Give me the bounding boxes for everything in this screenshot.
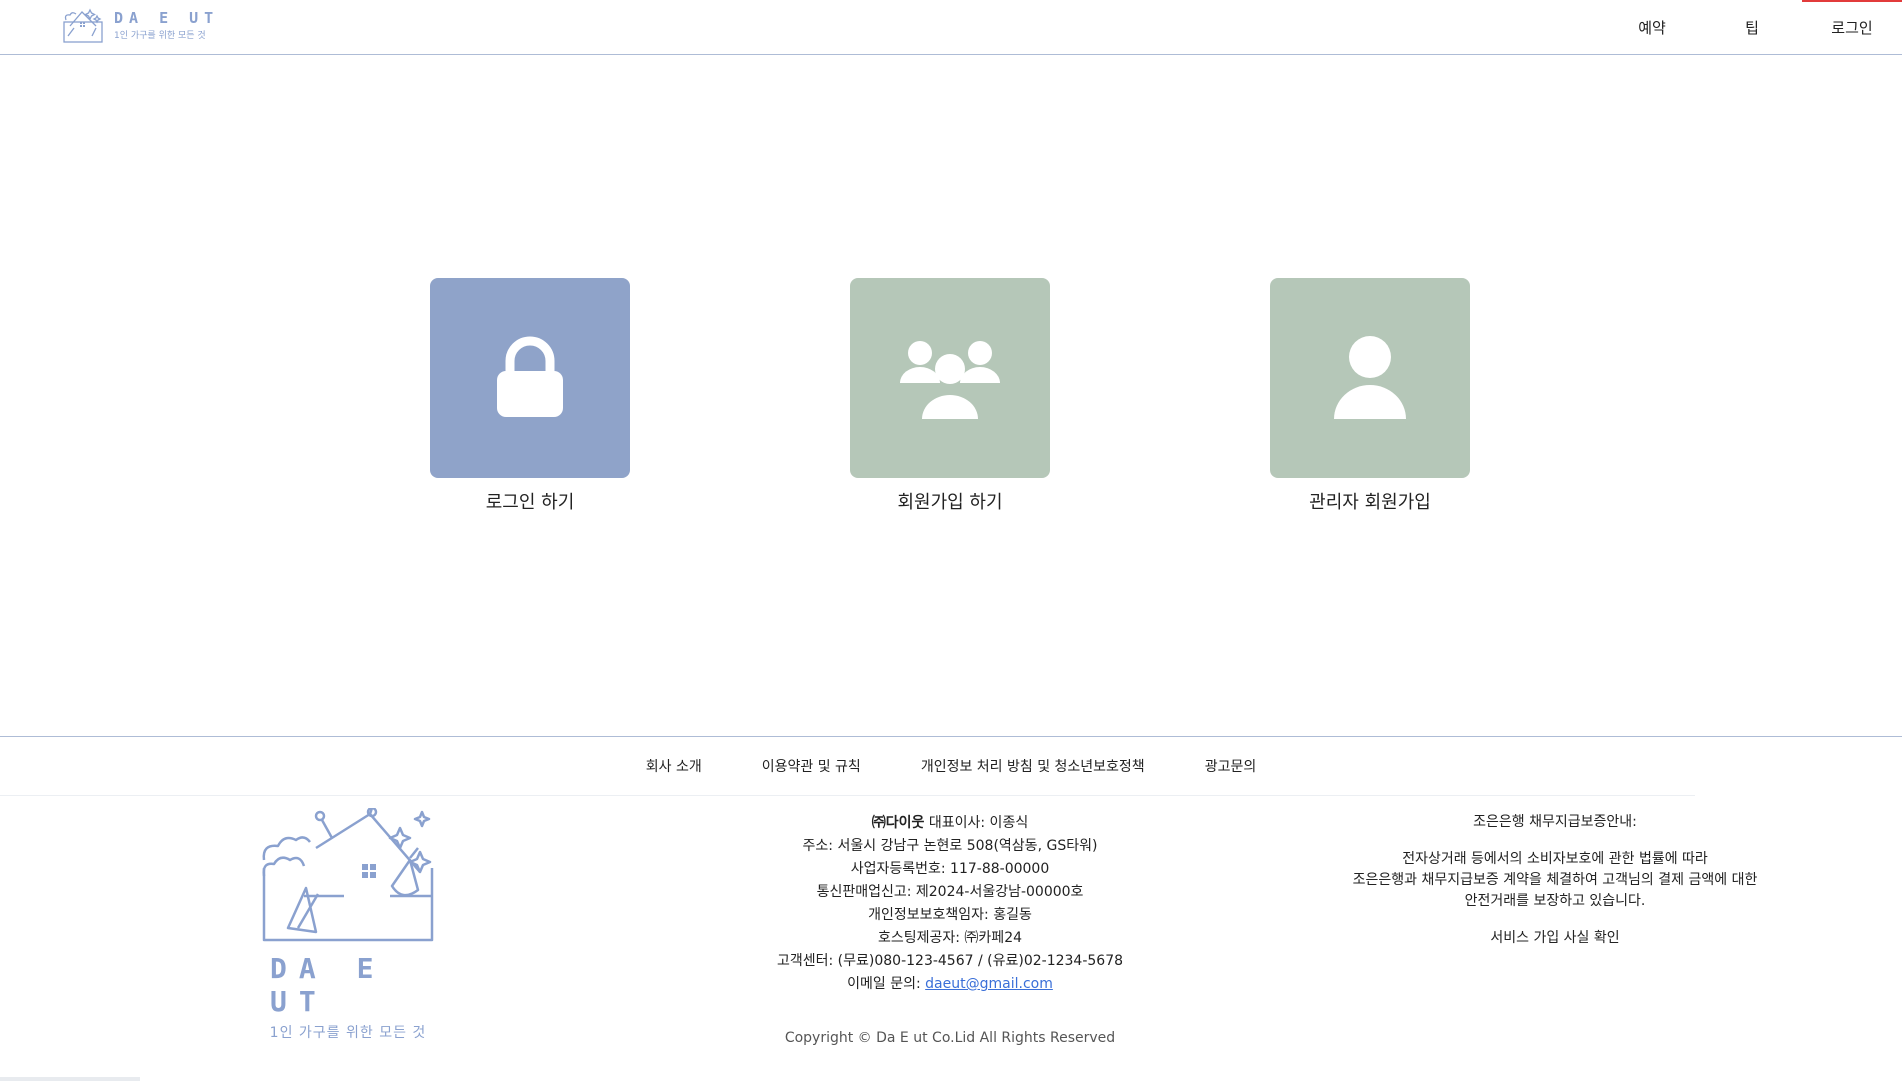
company-biz-no: 사업자등록번호: 117-88-00000 xyxy=(850,861,1050,877)
company-email-link[interactable]: daeut@gmail.com xyxy=(925,976,1053,992)
main-nav: 예약 팁 로그인 xyxy=(1602,0,1902,55)
logo-subtitle: 1인 가구를 위한 모든 것 xyxy=(114,31,206,41)
nav-item-tips[interactable]: 팁 xyxy=(1702,0,1802,55)
escrow-line-2: 조은은행과 채무지급보증 계약을 체결하여 고객님의 결제 금액에 대한 xyxy=(1352,872,1758,888)
site-logo[interactable]: DA E UT 1인 가구를 위한 모든 것 xyxy=(60,6,219,44)
footer-link-about[interactable]: 회사 소개 xyxy=(646,756,702,776)
nav-item-login[interactable]: 로그인 xyxy=(1802,0,1902,55)
user-icon xyxy=(1334,336,1406,419)
company-privacy-officer: 개인정보보호책임자: 홍길동 xyxy=(868,907,1032,923)
company-mail-order: 통신판매업신고: 제2024-서울강남-00000호 xyxy=(816,884,1084,900)
footer-logo-title: DA E UT xyxy=(270,952,386,1018)
escrow-title: 조은은행 채무지급보증안내: xyxy=(1473,814,1637,830)
login-card-label: 로그인 하기 xyxy=(485,492,575,513)
admin-signup-card[interactable]: 관리자 회원가입 xyxy=(1270,278,1470,514)
admin-signup-card-label: 관리자 회원가입 xyxy=(1309,492,1431,513)
footer-link-ads[interactable]: 광고문의 xyxy=(1205,756,1257,776)
logo-title: DA E UT xyxy=(114,9,220,27)
users-icon xyxy=(900,341,1000,419)
escrow-line-3: 안전거래를 보장하고 있습니다. xyxy=(1464,893,1646,909)
footer-separator xyxy=(0,795,1695,796)
company-info: ㈜다이웃 대표이사: 이종식 주소: 서울시 강남구 논현로 508(역삼동, … xyxy=(690,812,1210,996)
signup-card-label: 회원가입 하기 xyxy=(897,492,1003,513)
house-cleaning-icon xyxy=(63,8,103,43)
company-ceo: 대표이사: 이종식 xyxy=(928,815,1029,831)
login-card-tile[interactable] xyxy=(430,278,630,478)
company-email-line: 이메일 문의: daeut@gmail.com xyxy=(690,973,1210,996)
escrow-line-1: 전자상거래 등에서의 소비자보호에 관한 법률에 따라 xyxy=(1402,851,1708,867)
company-address: 주소: 서울시 강남구 논현로 508(역삼동, GS타워) xyxy=(802,838,1098,854)
lock-icon xyxy=(497,336,563,417)
company-name: ㈜다이웃 xyxy=(871,815,925,831)
signup-card-tile[interactable] xyxy=(850,278,1050,478)
footer-logo: DA E UT 1인 가구를 위한 모든 것 xyxy=(258,808,438,1042)
site-header: DA E UT 1인 가구를 위한 모든 것 예약 팁 로그인 xyxy=(0,0,1902,55)
company-line-ceo: ㈜다이웃 대표이사: 이종식 xyxy=(690,812,1210,835)
admin-signup-card-tile[interactable] xyxy=(1270,278,1470,478)
company-hosting: 호스팅제공자: ㈜카페24 xyxy=(877,930,1023,946)
horizontal-scrollbar[interactable] xyxy=(0,1077,140,1081)
login-card[interactable]: 로그인 하기 xyxy=(430,278,630,514)
footer-nav: 회사 소개 이용약관 및 규칙 개인정보 처리 방침 및 청소년보호정책 광고문… xyxy=(0,737,1902,795)
nav-item-reservation[interactable]: 예약 xyxy=(1602,0,1702,55)
escrow-info: 조은은행 채무지급보증안내: 전자상거래 등에서의 소비자보호에 관한 법률에 … xyxy=(1300,812,1810,949)
company-email-label: 이메일 문의: xyxy=(847,976,926,992)
footer-link-privacy[interactable]: 개인정보 처리 방침 및 청소년보호정책 xyxy=(921,756,1145,776)
footer-logo-subtitle: 1인 가구를 위한 모든 것 xyxy=(269,1025,427,1041)
footer-link-terms[interactable]: 이용약관 및 규칙 xyxy=(762,756,861,776)
escrow-verify-link[interactable]: 서비스 가입 사실 확인 xyxy=(1300,928,1810,949)
company-cs: 고객센터: (무료)080-123-4567 / (유료)02-1234-567… xyxy=(776,953,1124,969)
copyright: Copyright © Da E ut Co.Lid All Rights Re… xyxy=(784,1030,1116,1046)
signup-card[interactable]: 회원가입 하기 xyxy=(850,278,1050,514)
house-cleaning-logo-icon xyxy=(262,808,434,942)
